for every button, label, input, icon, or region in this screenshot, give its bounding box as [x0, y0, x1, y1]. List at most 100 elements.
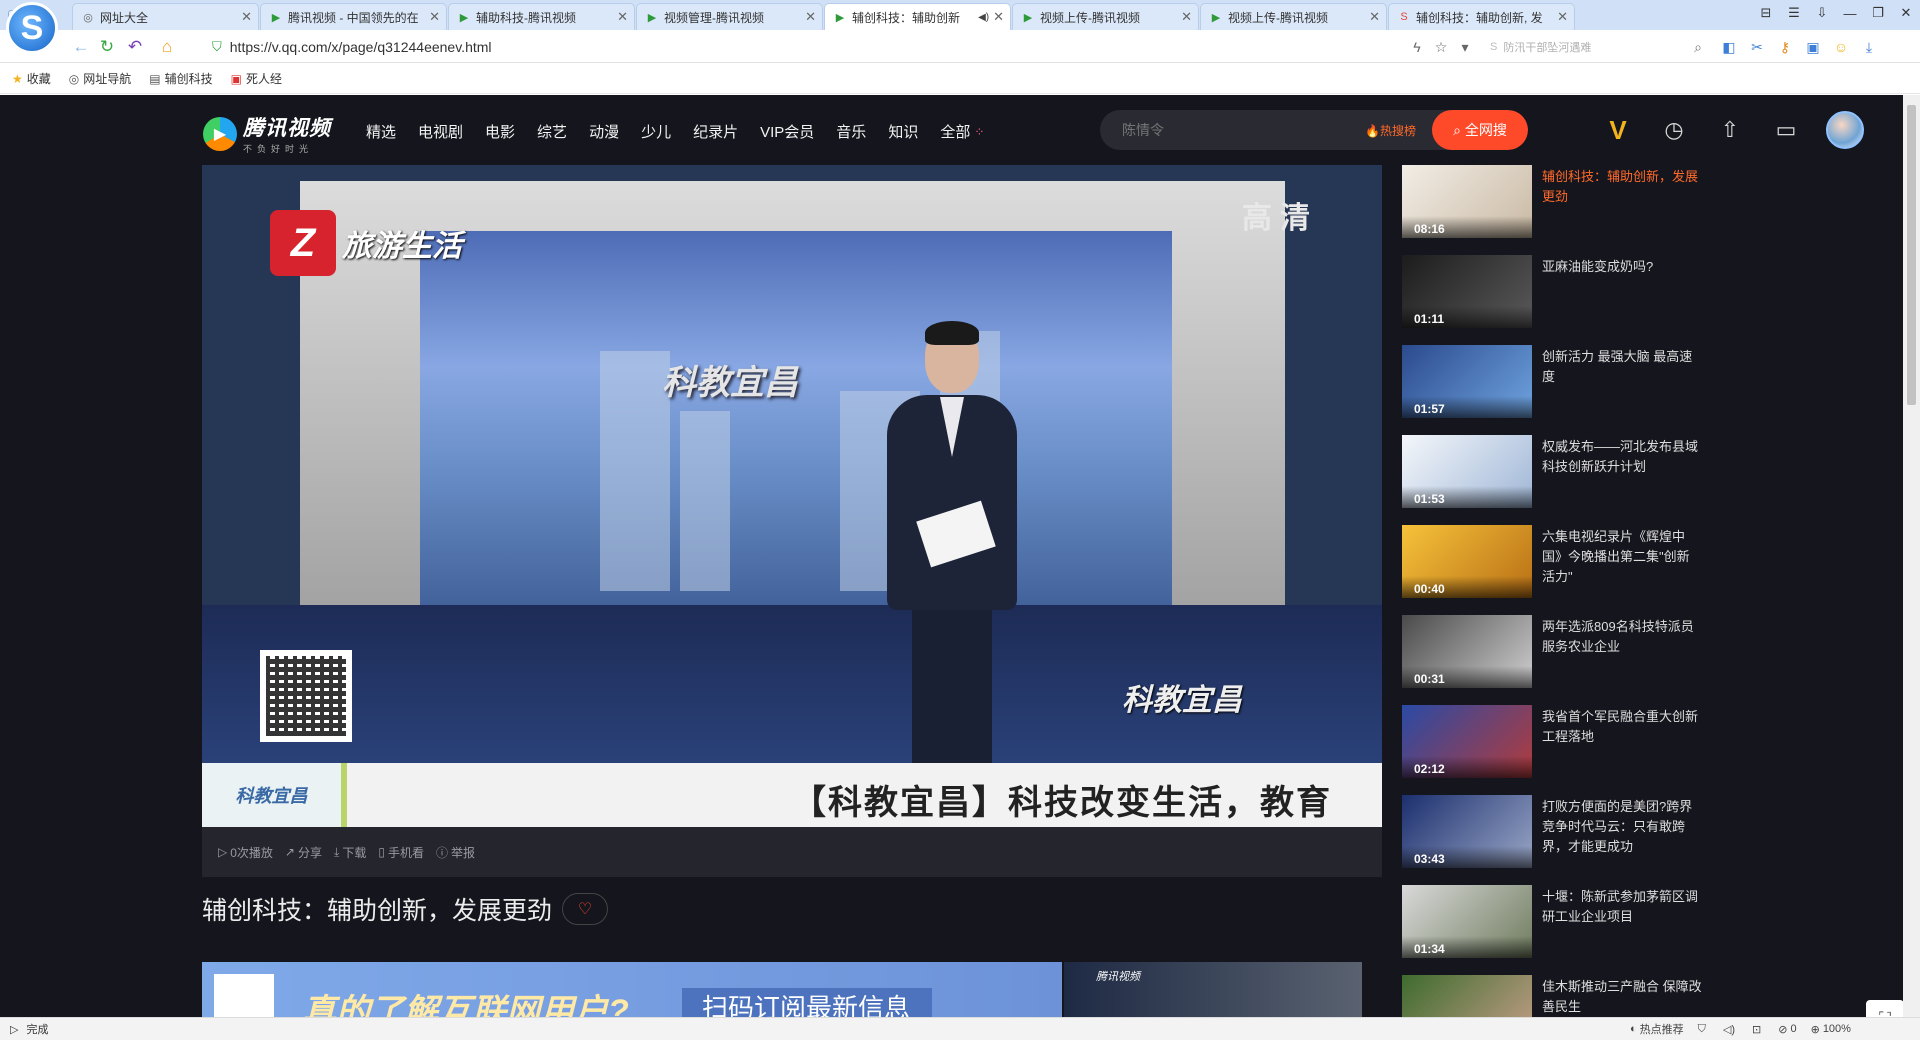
ad-banner-right[interactable]: 腾讯视频 [1064, 962, 1362, 1017]
playlist-item[interactable]: 01:11 亚麻油能变成奶吗? [1402, 255, 1702, 345]
browser-tab[interactable]: ▶ 视频上传-腾讯视频 ✕ [1012, 3, 1199, 30]
nav-item-10[interactable]: 全部 ⁘ [940, 121, 984, 142]
close-icon[interactable]: ✕ [1181, 9, 1192, 25]
search-icon[interactable]: ⌕ [1694, 39, 1702, 56]
status-item[interactable]: ⊡ [1752, 1023, 1764, 1036]
status-item[interactable]: ⊕ 100% [1811, 1023, 1851, 1036]
playlist-item[interactable]: 08:16 辅创科技：辅助创新，发展更劲 [1402, 165, 1702, 255]
vip-icon[interactable]: V [1590, 111, 1646, 149]
close-icon[interactable]: ✕ [993, 9, 1004, 25]
bookmark-item[interactable]: ★ 收藏 [12, 70, 51, 87]
nav-item-2[interactable]: 电影 [485, 121, 515, 142]
playlist-title[interactable]: 权威发布——河北发布县域科技创新跃升计划 [1542, 437, 1702, 477]
nav-item-3[interactable]: 综艺 [537, 121, 567, 142]
status-item[interactable]: ◐ 热点推荐 [1630, 1021, 1684, 1037]
playlist-title[interactable]: 辅创科技：辅助创新，发展更劲 [1542, 167, 1702, 207]
browser-tab[interactable]: ▶ 腾讯视频 - 中国领先的在 ✕ [260, 3, 447, 30]
browser-tab[interactable]: ▶ 辅创科技：辅助创新 ◀) ✕ [824, 3, 1011, 30]
translate-icon[interactable]: ◧ [1715, 35, 1743, 59]
close-icon[interactable]: ✕ [241, 9, 252, 25]
status-item[interactable]: ⊘ 0 [1778, 1023, 1796, 1036]
video-thumbnail[interactable]: 08:16 [1402, 165, 1532, 238]
sidebar-toggle-icon[interactable]: ⊟ [1752, 0, 1780, 26]
playlist-title[interactable]: 我省首个军民融合重大创新工程落地 [1542, 707, 1702, 747]
status-item[interactable]: ◁) [1723, 1023, 1738, 1036]
download-manager-icon[interactable]: ⤓ [1855, 35, 1883, 59]
browser-tab[interactable]: ▶ 视频上传-腾讯视频 ✕ [1200, 3, 1387, 30]
key-icon[interactable]: ⚷ [1771, 35, 1799, 59]
playlist-title[interactable]: 两年选派809名科技特派员服务农业企业 [1542, 617, 1702, 657]
close-window-icon[interactable]: ✕ [1892, 0, 1920, 26]
url-field[interactable]: ⛉ https://v.qq.com/x/page/q31244eenev.ht… [212, 34, 1492, 59]
video-thumbnail[interactable]: 01:57 [1402, 345, 1532, 418]
playlist-title[interactable]: 六集电视纪录片《辉煌中国》今晚播出第二集"创新活力" [1542, 527, 1702, 587]
url-text[interactable]: https://v.qq.com/x/page/q31244eenev.html [230, 39, 492, 55]
video-frame[interactable]: Z 旅游生活 高清 科教宜昌 科教宜昌 科教宜昌 【科教宜昌】科技改变生活，教育 [202, 165, 1382, 827]
playlist-title[interactable]: 打败方便面的是美团?跨界竞争时代马云：只有敢跨界，才能更成功 [1542, 797, 1702, 857]
restore-icon[interactable]: ❐ [1864, 0, 1892, 26]
playlist-item[interactable]: 02:12 我省首个军民融合重大创新工程落地 [1402, 705, 1702, 795]
playlist-item[interactable]: 01:34 十堰：陈新武参加茅箭区调研工业企业项目 [1402, 885, 1702, 975]
playlist-title[interactable]: 十堰：陈新武参加茅箭区调研工业企业项目 [1542, 887, 1702, 927]
bookmark-item[interactable]: ▣ 死人经 [231, 70, 282, 87]
undo-close-icon[interactable]: ↶ [124, 36, 146, 58]
sogou-browser-logo[interactable]: S [6, 2, 58, 54]
hot-search-link[interactable]: 🔥热搜榜 [1365, 122, 1416, 139]
close-icon[interactable]: ✕ [1557, 9, 1568, 25]
playlist-title[interactable]: 亚麻油能变成奶吗? [1542, 257, 1702, 277]
player-action-share[interactable]: ↗ 分享 [285, 844, 322, 861]
browser-tab[interactable]: S 辅创科技：辅助创新, 发 ✕ [1388, 3, 1575, 30]
video-thumbnail[interactable]: 00:40 [1402, 525, 1532, 598]
browser-tab[interactable]: ◎ 网址大全 ✕ [72, 3, 259, 30]
player-action-play-count[interactable]: ▷ 0次播放 [218, 844, 273, 861]
status-item[interactable]: ⛉ [1698, 1023, 1709, 1036]
lightning-icon[interactable]: ϟ [1405, 35, 1429, 59]
search-all-button[interactable]: ⌕ 全网搜 [1432, 110, 1528, 150]
bookmark-item[interactable]: ◎ 网址导航 [69, 70, 132, 87]
user-avatar[interactable] [1826, 111, 1864, 149]
home-icon[interactable]: ⌂ [156, 36, 178, 58]
playlist-item[interactable]: 00:31 两年选派809名科技特派员服务农业企业 [1402, 615, 1702, 705]
playlist-title[interactable]: 创新活力 最强大脑 最高速度 [1542, 347, 1702, 387]
menu-icon[interactable]: ☰ [1780, 0, 1808, 26]
playlist-item[interactable]: 00:40 六集电视纪录片《辉煌中国》今晚播出第二集"创新活力" [1402, 525, 1702, 615]
close-icon[interactable]: ✕ [1369, 9, 1380, 25]
playlist-title[interactable]: 佳木斯推动三产融合 保障改善民生 [1542, 977, 1702, 1017]
playlist-item[interactable]: 佳木斯推动三产融合 保障改善民生 [1402, 975, 1702, 1017]
close-icon[interactable]: ✕ [805, 9, 816, 25]
video-thumbnail[interactable]: 03:43 [1402, 795, 1532, 868]
chevron-down-icon[interactable]: ▾ [1453, 35, 1477, 59]
tools-icon[interactable]: ✂ [1743, 35, 1771, 59]
page-scrollbar[interactable] [1903, 95, 1920, 1017]
back-icon[interactable]: ← [70, 36, 92, 58]
player-action-download[interactable]: ⤓ 下载 [334, 844, 366, 861]
site-logo[interactable]: ▶ 腾讯视频 不负好时光 [203, 112, 331, 155]
video-thumbnail[interactable]: 00:31 [1402, 615, 1532, 688]
skin-icon[interactable]: ⇩ [1808, 0, 1836, 26]
ad-banner-left[interactable]: 真的了解互联网用户? 扫码订阅最新信息 [202, 962, 1062, 1017]
side-search-box[interactable]: S 防汛干部坠河遇难 ⌕ [1490, 35, 1702, 59]
nav-item-1[interactable]: 电视剧 [418, 121, 463, 142]
like-button[interactable]: ♡ [562, 893, 609, 925]
video-thumbnail[interactable]: 01:34 [1402, 885, 1532, 958]
close-icon[interactable]: ✕ [617, 9, 628, 25]
video-thumbnail[interactable]: 01:11 [1402, 255, 1532, 328]
video-thumbnail[interactable]: 02:12 [1402, 705, 1532, 778]
star-icon[interactable]: ☆ [1429, 35, 1453, 59]
nav-item-7[interactable]: VIP会员 [760, 121, 814, 142]
nav-item-9[interactable]: 知识 [888, 121, 918, 142]
playlist-item[interactable]: 03:43 打败方便面的是美团?跨界竞争时代马云：只有敢跨界，才能更成功 [1402, 795, 1702, 885]
nav-item-8[interactable]: 音乐 [836, 121, 866, 142]
nav-item-5[interactable]: 少儿 [641, 121, 671, 142]
video-thumbnail[interactable] [1402, 975, 1532, 1017]
nav-item-4[interactable]: 动漫 [589, 121, 619, 142]
browser-tab[interactable]: ▶ 视频管理-腾讯视频 ✕ [636, 3, 823, 30]
smile-icon[interactable]: ☺ [1827, 35, 1855, 59]
close-icon[interactable]: ✕ [429, 9, 440, 25]
screenshot-icon[interactable]: ▣ [1799, 35, 1827, 59]
bookmark-item[interactable]: ▤ 辅创科技 [149, 70, 212, 87]
upload-icon[interactable]: ⇧ [1702, 111, 1758, 149]
playlist-item[interactable]: 01:57 创新活力 最强大脑 最高速度 [1402, 345, 1702, 435]
minimize-icon[interactable]: — [1836, 0, 1864, 26]
player-action-report[interactable]: ⓘ 举报 [436, 844, 475, 861]
